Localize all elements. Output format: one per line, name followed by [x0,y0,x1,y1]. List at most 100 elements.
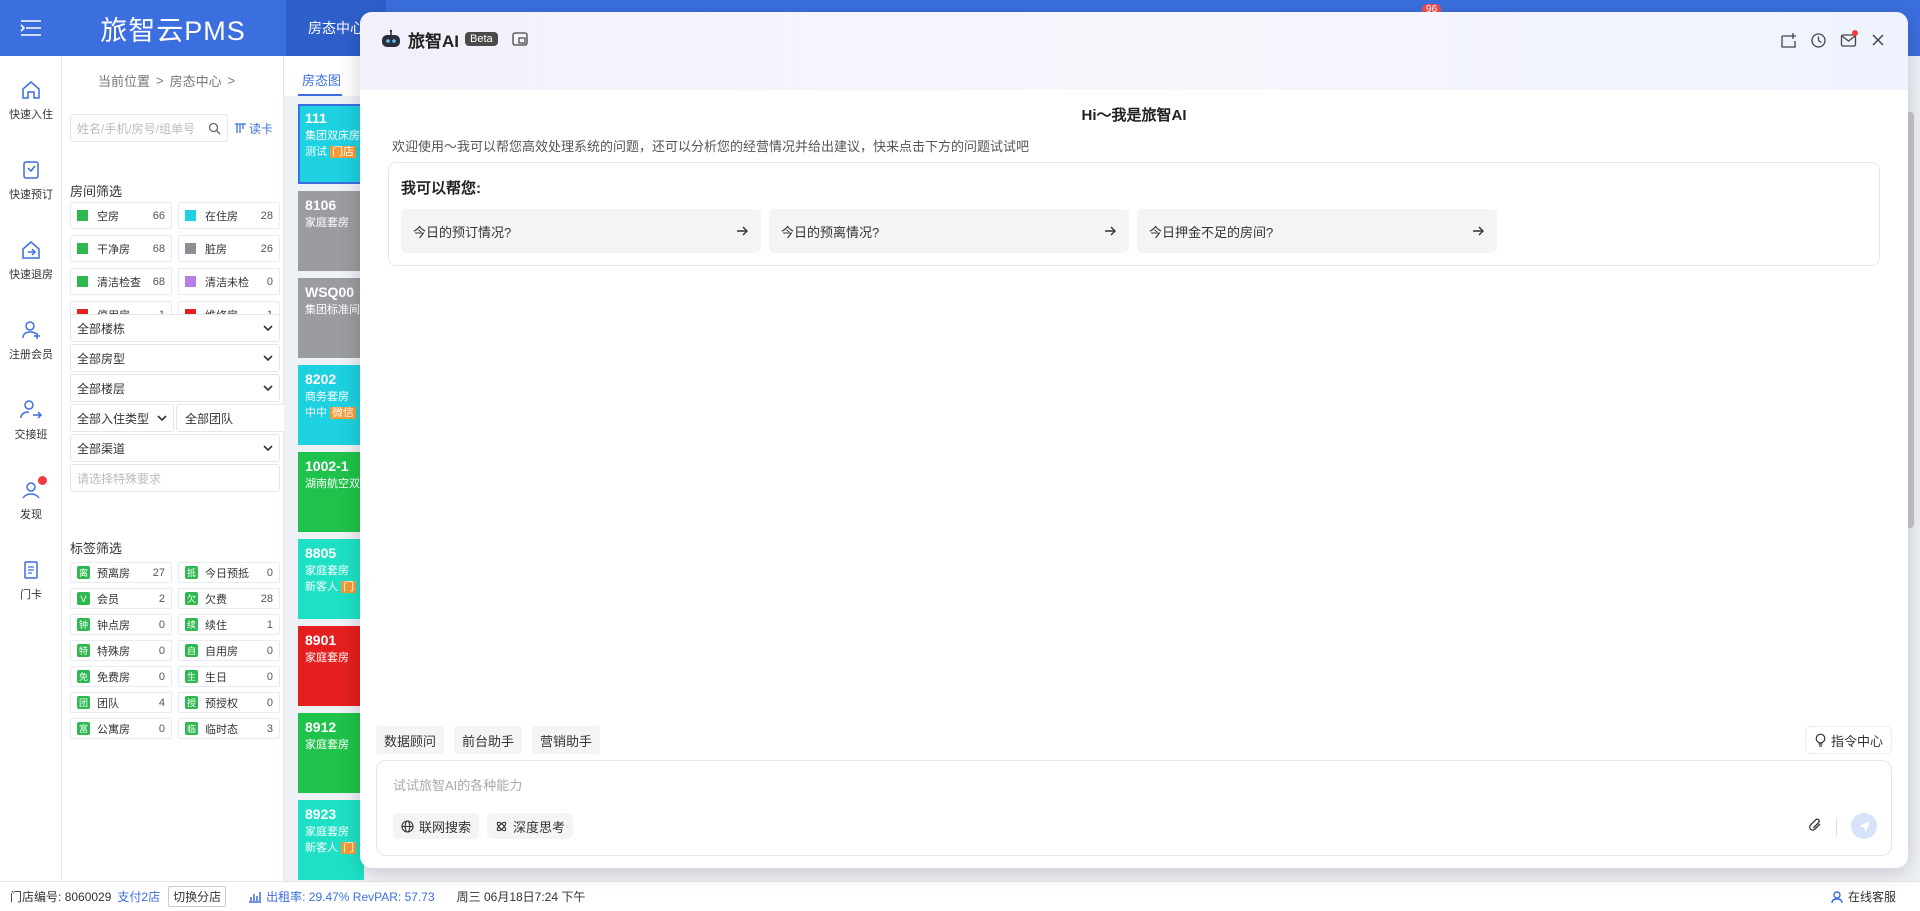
rail-discover[interactable]: 发现 [0,468,62,532]
command-center-button[interactable]: 指令中心 [1804,726,1892,754]
tag-filter[interactable]: 富公寓房 0 [70,718,172,739]
marketing-assistant-button[interactable]: 营销助手 [532,726,601,754]
tag-filter[interactable]: 欠欠费 28 [178,588,280,609]
chevron-down-icon [157,414,167,421]
attachment-icon[interactable] [1807,817,1823,833]
new-chat-icon[interactable] [1778,30,1798,50]
room-card[interactable]: 8912 家庭套房 [298,713,364,793]
front-desk-assistant-button[interactable]: 前台助手 [454,726,523,754]
tag-filter[interactable]: 特特殊房 0 [70,640,172,661]
room-card[interactable]: 8106 家庭套房 [298,191,364,271]
room-status-filter[interactable]: 清洁未检 0 [178,268,280,295]
suggestion-question[interactable]: 今日的预订情况? [401,209,761,253]
discover-badge-dot [38,476,47,485]
checkin-type-select[interactable]: 全部入住类型 [70,404,174,432]
suggestion-question[interactable]: 今日的预离情况? [769,209,1129,253]
tag-filter[interactable]: 钟钟点房 0 [70,614,172,635]
tag-icon: 团 [77,696,90,709]
select-value: 全部入住类型 [77,411,150,426]
special-requirement-select[interactable]: 请选择特殊要求 [70,464,280,492]
tag-filter[interactable]: 生生日 0 [178,666,280,687]
guest-name: 新客人 [305,842,338,854]
tag-filter[interactable]: 抵今日预抵 0 [178,562,280,583]
room-status-filter[interactable]: 清洁检查 68 [70,268,172,295]
room-status-filter[interactable]: 脏房 26 [178,235,280,262]
rail-register-member[interactable]: 注册会员 [0,308,62,372]
room-card[interactable]: WSQ00 集团标准间 [298,278,364,358]
online-service-button[interactable]: 在线客服 [1830,888,1896,905]
robot-icon [382,29,400,47]
tag-icon: 离 [77,566,90,579]
room-type-select[interactable]: 全部房型 [70,344,280,372]
occupancy-text: 出租率: 29.47% RevPAR: 57.73 [266,890,435,904]
room-status-filter[interactable]: 干净房 68 [70,235,172,262]
tag-icon: 抵 [185,566,198,579]
switch-branch-button[interactable]: 切换分店 [168,886,227,907]
tag-filter[interactable]: 临临时态 3 [178,718,280,739]
suggestion-question[interactable]: 今日押金不足的房间? [1137,209,1497,253]
deep-think-label: 深度思考 [513,819,566,835]
menu-toggle-icon[interactable] [0,0,62,56]
data-advisor-button[interactable]: 数据顾问 [376,726,445,754]
status-color-swatch [185,276,196,287]
ai-header-tools [1768,30,1888,50]
channel-select[interactable]: 全部渠道 [70,434,280,462]
room-number: 8912 [305,719,337,735]
rail-handover[interactable]: 交接班 [0,388,62,452]
room-card[interactable]: 8805 家庭套房 新客人 门 [298,539,364,619]
search-input[interactable]: 姓名/手机/房号/组单号 [70,114,228,142]
arrow-right-icon [737,226,748,236]
tag-count: 28 [260,592,273,605]
history-icon[interactable] [1808,30,1828,50]
tag-count: 1 [266,618,273,631]
tag-count: 0 [266,644,273,657]
tag-filter[interactable]: 免免费房 0 [70,666,172,687]
room-card[interactable]: 1002-1 湖南航空双 [298,452,364,532]
rail-quick-booking[interactable]: 快速预订 [0,148,62,212]
breadcrumb-item[interactable]: 房态中心 [170,71,222,90]
tag-filter[interactable]: 自自用房 0 [178,640,280,661]
room-status-filter[interactable]: 空房 66 [70,202,172,229]
rail-quick-checkout[interactable]: 快速退房 [0,228,62,292]
room-card[interactable]: 8202 商务套房 中中 微信 [298,365,364,445]
send-button[interactable] [1851,813,1877,839]
status-label: 清洁未检 [205,276,249,289]
tag-filter[interactable]: V 会员 2 [70,588,172,609]
floor-select[interactable]: 全部楼层 [70,374,280,402]
message-icon[interactable] [1838,30,1858,50]
bar-chart-icon [249,891,262,903]
tag-label: 特殊房 [97,645,130,658]
room-card[interactable]: 111 集团双床房 测试 门店 [298,104,364,184]
message-badge-dot [1852,30,1858,36]
team-select[interactable]: 全部团队 [176,404,288,432]
building-select[interactable]: 全部楼栋 [70,314,280,342]
tab-room-map[interactable]: 房态图 [302,70,341,89]
status-color-swatch [77,243,88,254]
room-card[interactable]: 8923 家庭套房 新客人 门 [298,800,364,880]
chat-input-box[interactable]: 试试旅智AI的各种能力 联网搜索 深度思考 [376,760,1892,856]
select-value: 全部房型 [77,351,126,366]
status-count: 26 [260,242,273,255]
search-icon[interactable] [208,122,221,135]
chevron-down-icon [263,324,273,331]
store-number: 8060029 [64,890,112,904]
rail-quick-checkin[interactable]: 快速入住 [0,68,62,132]
read-card-label: 读卡 [249,121,274,136]
room-number: WSQ00 [305,284,355,300]
tag-filter[interactable]: 续续住 1 [178,614,280,635]
add-user-icon [22,320,40,339]
tag-filter[interactable]: 授预授权 0 [178,692,280,713]
tag-filter[interactable]: 离预离房 27 [70,562,172,583]
rail-door-card[interactable]: 门卡 [0,548,62,612]
room-status-filter[interactable]: 在住房 28 [178,202,280,229]
room-guest: 中中 微信 [305,404,357,420]
tag-count: 2 [158,592,165,605]
close-icon[interactable] [1868,30,1888,50]
read-card-button[interactable]: 读卡 [234,120,273,137]
tag-filter[interactable]: 团团队 4 [70,692,172,713]
deep-think-toggle[interactable]: 深度思考 [487,813,574,839]
room-card[interactable]: 8901 家庭套房 [298,626,364,706]
web-search-toggle[interactable]: 联网搜索 [393,813,480,839]
room-guest: 新客人 门 [305,578,357,594]
popout-window-icon[interactable] [511,32,528,46]
